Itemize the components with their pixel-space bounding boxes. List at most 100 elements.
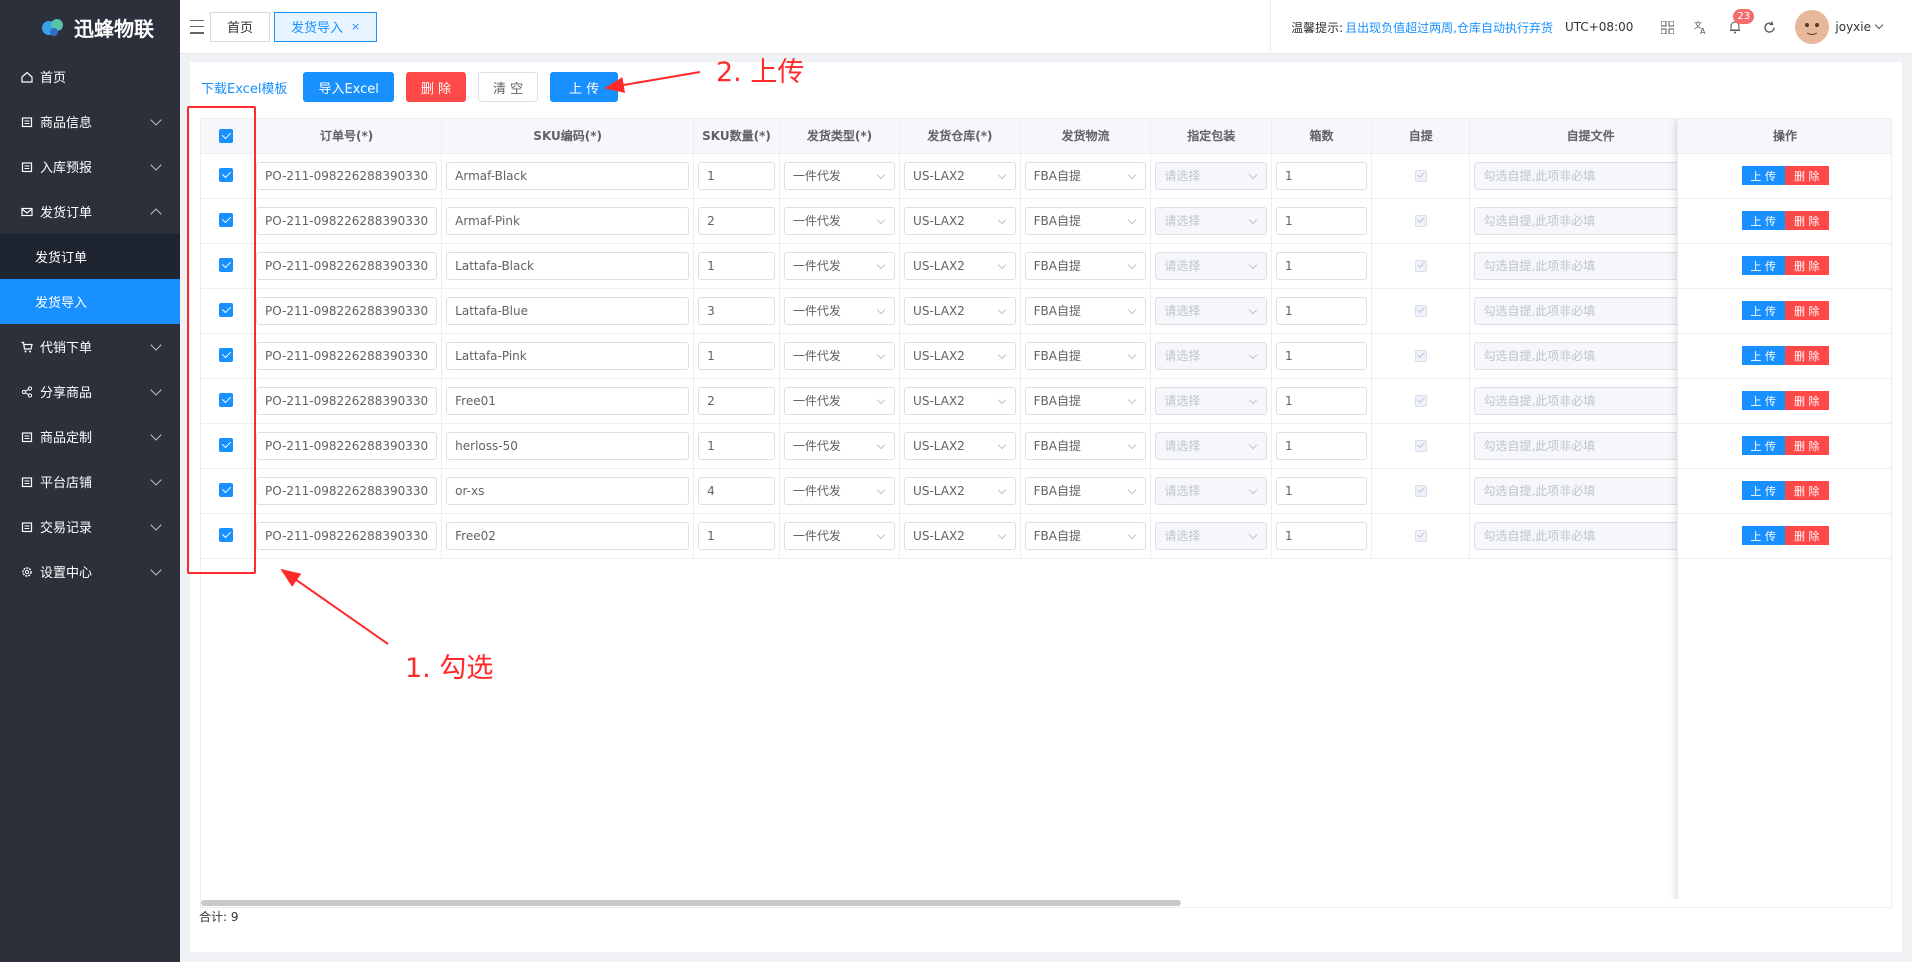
boxes-input[interactable]: 1 — [1276, 251, 1367, 280]
sku-input[interactable]: Armaf-Black — [446, 161, 690, 190]
boxes-input[interactable]: 1 — [1276, 341, 1367, 370]
sidebar-item-2[interactable]: 入库预报 — [0, 144, 180, 189]
order-input[interactable]: PO-211-098226288390330 — [256, 161, 438, 190]
boxes-input[interactable]: 1 — [1276, 161, 1367, 190]
warehouse-select[interactable]: US-LAX2 — [904, 161, 1016, 190]
logistics-select[interactable]: FBA自提 — [1024, 341, 1147, 370]
close-icon[interactable]: × — [351, 20, 360, 33]
chevron-down-icon[interactable] — [1874, 20, 1884, 30]
boxes-input[interactable]: 1 — [1276, 386, 1367, 415]
translate-icon[interactable]: 文A — [1693, 19, 1709, 35]
row-upload-button[interactable]: 上 传 — [1741, 481, 1785, 500]
logistics-select[interactable]: FBA自提 — [1024, 161, 1147, 190]
type-select[interactable]: 一件代发 — [783, 206, 896, 235]
upload-button[interactable]: 上 传 — [550, 72, 619, 102]
sidebar-item-5[interactable]: 分享商品 — [0, 369, 180, 414]
row-upload-button[interactable]: 上 传 — [1741, 391, 1785, 410]
sku-input[interactable]: Armaf-Pink — [446, 206, 690, 235]
qty-input[interactable]: 2 — [698, 386, 775, 415]
boxes-input[interactable]: 1 — [1276, 206, 1367, 235]
sidebar-item-8[interactable]: 交易记录 — [0, 504, 180, 549]
type-select[interactable]: 一件代发 — [783, 386, 896, 415]
qty-input[interactable]: 1 — [698, 341, 775, 370]
pack-select[interactable]: 请选择 — [1155, 476, 1268, 505]
type-select[interactable]: 一件代发 — [783, 251, 896, 280]
logistics-select[interactable]: FBA自提 — [1024, 521, 1147, 550]
logistics-select[interactable]: FBA自提 — [1024, 251, 1147, 280]
row-delete-button[interactable]: 删 除 — [1785, 526, 1829, 545]
sidebar-item-3[interactable]: 发货订单 — [0, 189, 180, 234]
pickup-file-input[interactable]: 勾选自提,此项非必填 — [1474, 521, 1707, 550]
self-pickup-checkbox[interactable] — [1414, 349, 1427, 362]
download-template-link[interactable]: 下载Excel模板 — [201, 78, 287, 97]
qty-input[interactable]: 2 — [698, 206, 775, 235]
bell-icon[interactable]: 23 — [1727, 9, 1755, 35]
order-input[interactable]: PO-211-098226288390330 — [256, 296, 438, 325]
type-select[interactable]: 一件代发 — [783, 431, 896, 460]
row-delete-button[interactable]: 删 除 — [1785, 481, 1829, 500]
sidebar-item-4[interactable]: 代销下单 — [0, 324, 180, 369]
order-input[interactable]: PO-211-098226288390330 — [256, 431, 438, 460]
pickup-file-input[interactable]: 勾选自提,此项非必填 — [1474, 206, 1707, 235]
pack-select[interactable]: 请选择 — [1155, 161, 1268, 190]
collapse-menu-icon[interactable] — [190, 19, 204, 34]
row-upload-button[interactable]: 上 传 — [1741, 346, 1785, 365]
self-pickup-checkbox[interactable] — [1414, 484, 1427, 497]
warehouse-select[interactable]: US-LAX2 — [904, 386, 1016, 415]
sidebar-subitem-1[interactable]: 发货导入 — [0, 279, 180, 324]
logistics-select[interactable]: FBA自提 — [1024, 431, 1147, 460]
pack-select[interactable]: 请选择 — [1155, 296, 1268, 325]
type-select[interactable]: 一件代发 — [783, 521, 896, 550]
warehouse-select[interactable]: US-LAX2 — [904, 296, 1016, 325]
sidebar-item-7[interactable]: 平台店铺 — [0, 459, 180, 504]
order-input[interactable]: PO-211-098226288390330 — [256, 476, 438, 505]
row-delete-button[interactable]: 删 除 — [1785, 166, 1829, 185]
pickup-file-input[interactable]: 勾选自提,此项非必填 — [1474, 161, 1707, 190]
self-pickup-checkbox[interactable] — [1414, 259, 1427, 272]
row-upload-button[interactable]: 上 传 — [1741, 256, 1785, 275]
sidebar-item-6[interactable]: 商品定制 — [0, 414, 180, 459]
sku-input[interactable]: Lattafa-Blue — [446, 296, 690, 325]
refresh-icon[interactable] — [1761, 19, 1777, 35]
notice-text[interactable]: 且出现负值超过两周,仓库自动执行弃货 — [1345, 19, 1553, 36]
sidebar-subitem-0[interactable]: 发货订单 — [0, 234, 180, 279]
pack-select[interactable]: 请选择 — [1155, 251, 1268, 280]
row-upload-button[interactable]: 上 传 — [1741, 166, 1785, 185]
order-input[interactable]: PO-211-098226288390330 — [256, 521, 438, 550]
sku-input[interactable]: herloss-50 — [446, 431, 690, 460]
pickup-file-input[interactable]: 勾选自提,此项非必填 — [1474, 431, 1707, 460]
row-upload-button[interactable]: 上 传 — [1741, 301, 1785, 320]
username[interactable]: joyxie — [1835, 20, 1871, 34]
warehouse-select[interactable]: US-LAX2 — [904, 431, 1016, 460]
order-input[interactable]: PO-211-098226288390330 — [256, 341, 438, 370]
delete-button[interactable]: 删 除 — [405, 72, 467, 102]
type-select[interactable]: 一件代发 — [783, 161, 896, 190]
pickup-file-input[interactable]: 勾选自提,此项非必填 — [1474, 296, 1707, 325]
qty-input[interactable]: 1 — [698, 251, 775, 280]
scrollbar-thumb[interactable] — [201, 900, 1181, 906]
logistics-select[interactable]: FBA自提 — [1024, 386, 1147, 415]
boxes-input[interactable]: 1 — [1276, 521, 1367, 550]
clear-button[interactable]: 清 空 — [478, 72, 539, 102]
pack-select[interactable]: 请选择 — [1155, 341, 1268, 370]
boxes-input[interactable]: 1 — [1276, 296, 1367, 325]
warehouse-select[interactable]: US-LAX2 — [904, 341, 1016, 370]
row-delete-button[interactable]: 删 除 — [1785, 346, 1829, 365]
pickup-file-input[interactable]: 勾选自提,此项非必填 — [1474, 341, 1707, 370]
warehouse-select[interactable]: US-LAX2 — [904, 251, 1016, 280]
warehouse-select[interactable]: US-LAX2 — [904, 476, 1016, 505]
type-select[interactable]: 一件代发 — [783, 296, 896, 325]
order-input[interactable]: PO-211-098226288390330 — [256, 386, 438, 415]
logistics-select[interactable]: FBA自提 — [1024, 476, 1147, 505]
row-delete-button[interactable]: 删 除 — [1785, 256, 1829, 275]
import-excel-button[interactable]: 导入Excel — [303, 72, 394, 102]
pickup-file-input[interactable]: 勾选自提,此项非必填 — [1474, 476, 1707, 505]
qty-input[interactable]: 1 — [698, 431, 775, 460]
qty-input[interactable]: 4 — [698, 476, 775, 505]
order-input[interactable]: PO-211-098226288390330 — [256, 206, 438, 235]
grid-icon[interactable] — [1659, 19, 1675, 35]
horizontal-scrollbar[interactable] — [201, 899, 1891, 907]
tab-shipment-import[interactable]: 发货导入 × — [274, 11, 378, 42]
self-pickup-checkbox[interactable] — [1414, 304, 1427, 317]
type-select[interactable]: 一件代发 — [783, 476, 896, 505]
